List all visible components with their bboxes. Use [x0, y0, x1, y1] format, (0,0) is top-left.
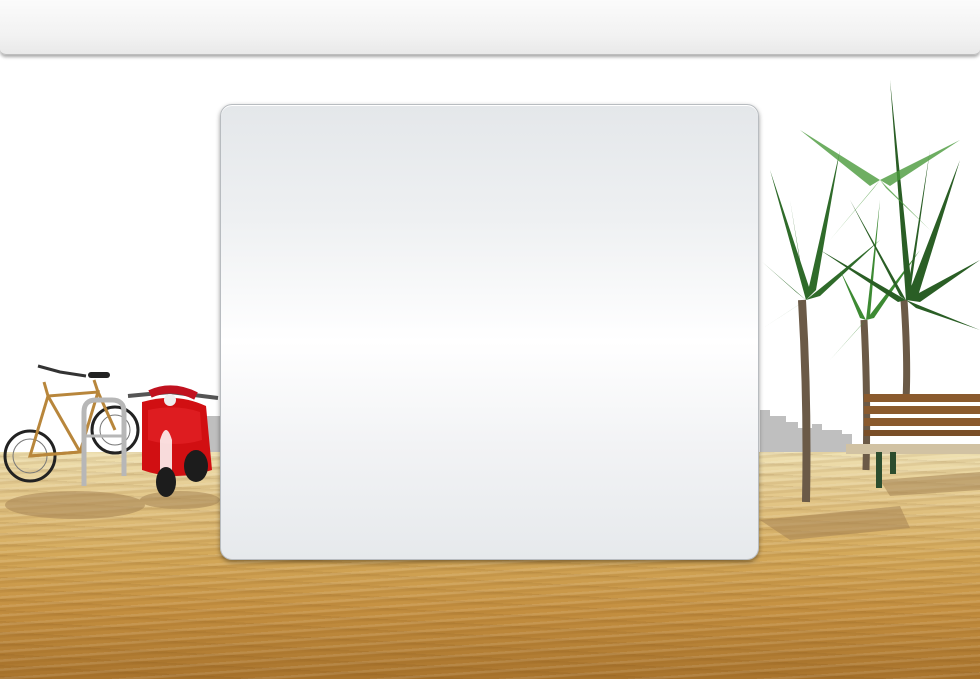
bicycle: [3, 364, 140, 483]
top-bar: [0, 0, 980, 55]
bike-rack: [81, 397, 127, 486]
red-scooter: [127, 385, 219, 497]
screen: [0, 0, 980, 679]
content-panel: [220, 104, 759, 560]
